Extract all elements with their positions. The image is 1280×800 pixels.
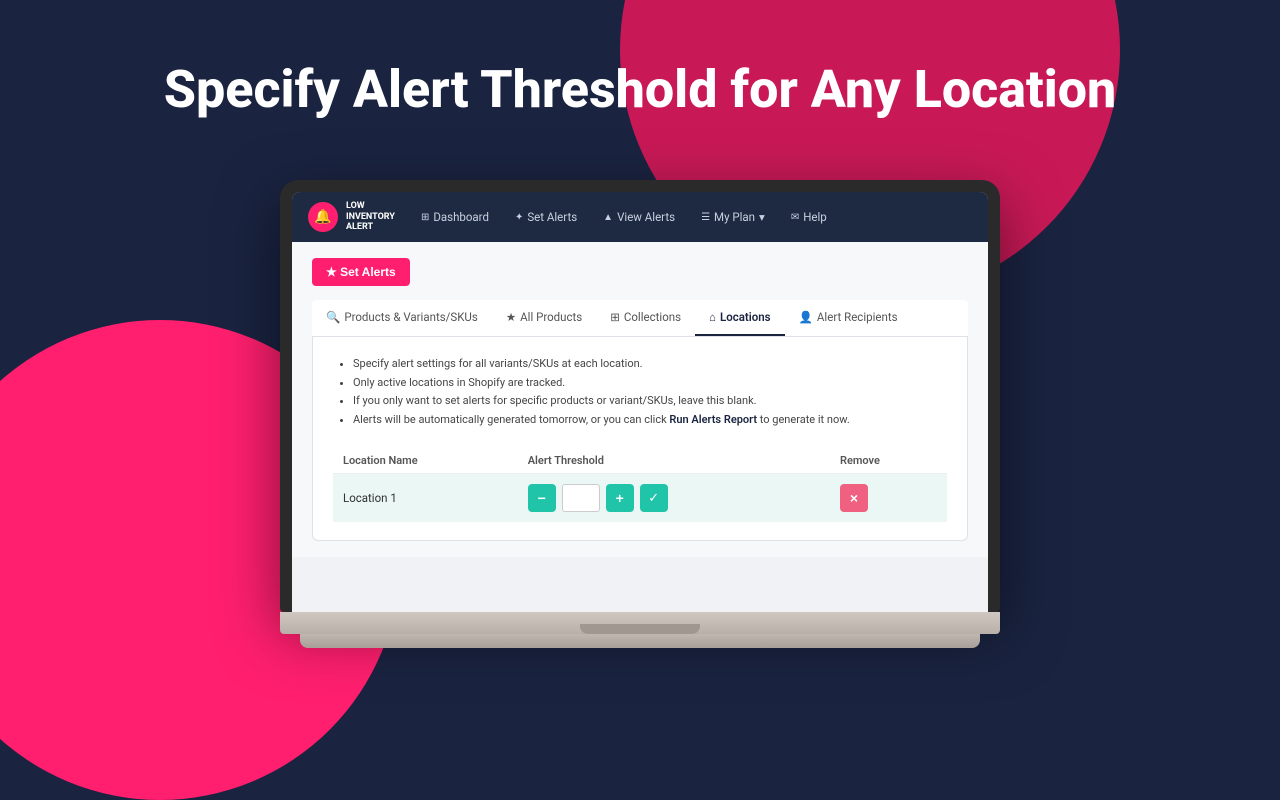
info-item-4: Alerts will be automatically generated t… [353, 411, 947, 430]
laptop-mockup: 🔔 LOW INVENTORY ALERT ⊞ Dashboard ✦ Set … [280, 180, 1000, 648]
location-icon: ⌂ [709, 310, 716, 324]
nav-my-plan[interactable]: ☰ My Plan ▾ [691, 204, 775, 230]
main-panel: Specify alert settings for all variants/… [312, 337, 968, 541]
my-plan-icon: ☰ [701, 212, 710, 223]
th-remove: Remove [830, 448, 947, 474]
table-row: Location 1 − + ✓ [333, 473, 947, 522]
threshold-controls: − + ✓ [528, 484, 820, 512]
set-alerts-button[interactable]: ★ Set Alerts [312, 258, 410, 286]
app-content: ★ Set Alerts 🔍 Products & Variants/SKUs … [292, 242, 988, 557]
info-item-2: Only active locations in Shopify are tra… [353, 374, 947, 393]
app-window: 🔔 LOW INVENTORY ALERT ⊞ Dashboard ✦ Set … [292, 192, 988, 612]
logo-icon: 🔔 [308, 202, 338, 232]
dashboard-icon: ⊞ [421, 212, 429, 223]
nav-set-alerts[interactable]: ✦ Set Alerts [505, 204, 587, 230]
decrement-button[interactable]: − [528, 484, 556, 512]
nav-dashboard[interactable]: ⊞ Dashboard [411, 204, 499, 230]
laptop-screen: 🔔 LOW INVENTORY ALERT ⊞ Dashboard ✦ Set … [280, 180, 1000, 612]
dropdown-arrow-icon: ▾ [759, 210, 765, 224]
page-title: Specify Alert Threshold for Any Location [0, 60, 1280, 120]
tab-alert-recipients[interactable]: 👤 Alert Recipients [785, 300, 912, 336]
info-item-3: If you only want to set alerts for speci… [353, 392, 947, 411]
search-icon: 🔍 [326, 310, 340, 324]
tab-products-variants[interactable]: 🔍 Products & Variants/SKUs [312, 300, 492, 336]
tab-collections[interactable]: ⊞ Collections [596, 300, 695, 336]
tab-locations[interactable]: ⌂ Locations [695, 300, 785, 336]
app-logo: 🔔 LOW INVENTORY ALERT [308, 201, 395, 233]
nav-view-alerts[interactable]: ▲ View Alerts [593, 204, 685, 230]
set-alerts-nav-icon: ✦ [515, 212, 523, 223]
laptop-base [280, 612, 1000, 634]
star-icon: ★ [506, 310, 516, 324]
table-header-row: Location Name Alert Threshold Remove [333, 448, 947, 474]
remove-cell: × [830, 473, 947, 522]
help-icon: ✉ [791, 212, 799, 223]
app-navbar: 🔔 LOW INVENTORY ALERT ⊞ Dashboard ✦ Set … [292, 192, 988, 242]
th-location-name: Location Name [333, 448, 518, 474]
tab-bar: 🔍 Products & Variants/SKUs ★ All Product… [312, 300, 968, 337]
locations-table: Location Name Alert Threshold Remove Loc… [333, 448, 947, 522]
grid-icon: ⊞ [610, 310, 620, 324]
th-alert-threshold: Alert Threshold [518, 448, 830, 474]
laptop-foot [300, 634, 980, 648]
nav-help[interactable]: ✉ Help [781, 204, 837, 230]
recipients-icon: 👤 [799, 310, 813, 324]
tab-all-products[interactable]: ★ All Products [492, 300, 596, 336]
remove-button[interactable]: × [840, 484, 868, 512]
view-alerts-icon: ▲ [603, 212, 613, 223]
run-alerts-link[interactable]: Run Alerts Report [669, 413, 757, 426]
confirm-button[interactable]: ✓ [640, 484, 668, 512]
info-item-1: Specify alert settings for all variants/… [353, 355, 947, 374]
info-list: Specify alert settings for all variants/… [333, 355, 947, 430]
threshold-input[interactable] [562, 484, 600, 512]
threshold-cell: − + ✓ [518, 473, 830, 522]
increment-button[interactable]: + [606, 484, 634, 512]
location-name-cell: Location 1 [333, 473, 518, 522]
logo-text: LOW INVENTORY ALERT [346, 201, 395, 233]
